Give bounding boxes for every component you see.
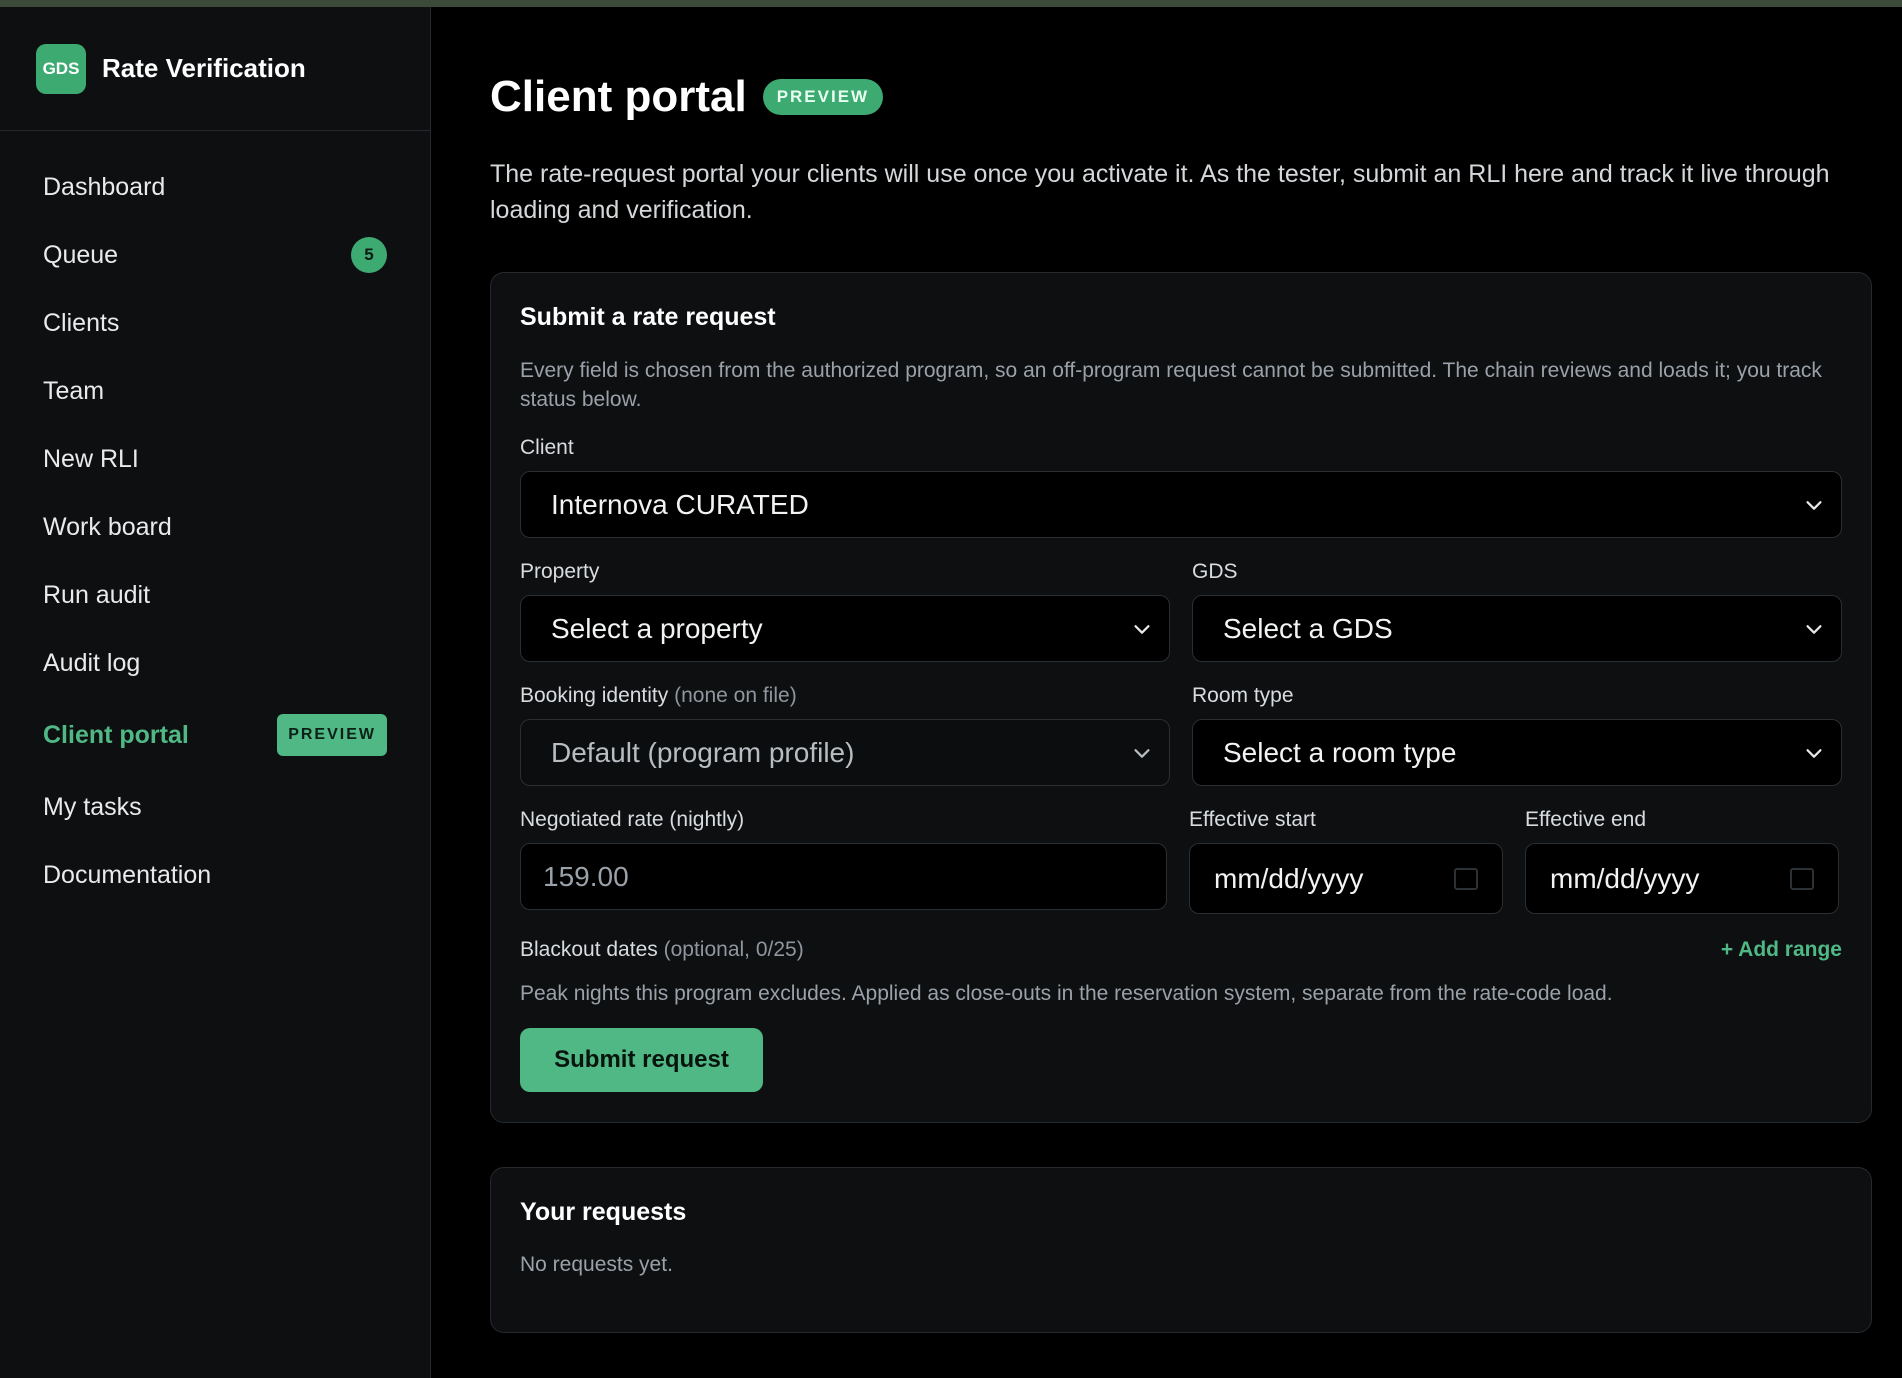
sidebar-item-new-rli[interactable]: New RLI xyxy=(0,425,430,493)
room-type-select-value: Select a room type xyxy=(1223,736,1457,768)
rate-request-card: Submit a rate request Every field is cho… xyxy=(490,272,1872,1123)
submit-request-button[interactable]: Submit request xyxy=(520,1028,763,1092)
card-description: Every field is chosen from the authorize… xyxy=(520,359,1822,411)
title-row: Client portal PREVIEW xyxy=(490,72,1872,122)
sidebar-nav: Dashboard Queue 5 Clients Team New RLI W… xyxy=(0,131,430,909)
sidebar-item-work-board[interactable]: Work board xyxy=(0,493,430,561)
sidebar-item-my-tasks[interactable]: My tasks xyxy=(0,773,430,841)
gds-select-value: Select a GDS xyxy=(1223,612,1393,644)
main-content: Client portal PREVIEW The rate-request p… xyxy=(490,7,1872,1333)
rate-label: Negotiated rate (nightly) xyxy=(520,808,745,831)
effective-end-placeholder: mm/dd/yyyy xyxy=(1550,862,1700,894)
brand[interactable]: GDS Rate Verification xyxy=(0,7,430,131)
blackout-description: Peak nights this program excludes. Appli… xyxy=(520,982,1613,1005)
requests-empty-state: No requests yet. xyxy=(520,1253,673,1276)
rate-input-placeholder: 159.00 xyxy=(543,860,629,892)
booking-identity-select-value: Default (program profile) xyxy=(551,736,855,768)
add-range-button[interactable]: + Add range xyxy=(1721,938,1842,962)
sidebar-item-label: Audit log xyxy=(43,648,141,677)
blackout-row: Blackout dates (optional, 0/25) + Add ra… xyxy=(520,938,1842,962)
requests-title: Your requests xyxy=(520,1198,687,1226)
sidebar-item-label: New RLI xyxy=(43,444,139,473)
rate-input[interactable]: 159.00 xyxy=(520,843,1167,910)
effective-end-input[interactable]: mm/dd/yyyy xyxy=(1525,843,1839,914)
booking-identity-label-text: Booking identity xyxy=(520,684,669,707)
brand-name: Rate Verification xyxy=(102,53,306,83)
sidebar-item-label: Team xyxy=(43,376,105,405)
chevron-down-icon xyxy=(1134,624,1150,634)
sidebar: GDS Rate Verification Dashboard Queue 5 … xyxy=(0,7,431,1378)
page-title: Client portal xyxy=(490,72,747,121)
room-type-label: Room type xyxy=(1192,684,1294,707)
sidebar-item-label: Documentation xyxy=(43,860,212,889)
sidebar-item-dashboard[interactable]: Dashboard xyxy=(0,153,430,221)
sidebar-item-client-portal[interactable]: Client portal PREVIEW xyxy=(0,697,430,773)
room-type-select[interactable]: Select a room type xyxy=(1192,719,1842,786)
effective-start-label: Effective start xyxy=(1189,808,1316,831)
blackout-note: (optional, 0/25) xyxy=(663,938,804,961)
sidebar-item-label: My tasks xyxy=(43,792,142,821)
blackout-label: Blackout dates (optional, 0/25) xyxy=(520,938,804,962)
sidebar-item-label: Dashboard xyxy=(43,172,166,201)
sidebar-item-run-audit[interactable]: Run audit xyxy=(0,561,430,629)
chevron-down-icon xyxy=(1806,748,1822,758)
sidebar-item-label: Work board xyxy=(43,512,172,541)
brand-logo-icon: GDS xyxy=(36,43,86,94)
chevron-down-icon xyxy=(1134,748,1150,758)
gds-label: GDS xyxy=(1192,560,1238,583)
chevron-down-icon xyxy=(1806,500,1822,510)
property-label: Property xyxy=(520,560,600,583)
client-label: Client xyxy=(520,436,574,459)
booking-identity-select[interactable]: Default (program profile) xyxy=(520,719,1170,786)
property-select[interactable]: Select a property xyxy=(520,595,1170,662)
page-intro: The rate-request portal your clients wil… xyxy=(490,160,1830,224)
preview-badge: PREVIEW xyxy=(762,79,884,115)
chevron-down-icon xyxy=(1806,624,1822,634)
sidebar-item-label: Client portal xyxy=(43,720,189,749)
sidebar-item-queue[interactable]: Queue 5 xyxy=(0,221,430,289)
effective-start-input[interactable]: mm/dd/yyyy xyxy=(1189,843,1503,914)
calendar-icon[interactable] xyxy=(1790,867,1814,890)
sidebar-item-label: Run audit xyxy=(43,580,151,609)
property-select-value: Select a property xyxy=(551,612,763,644)
booking-identity-label: Booking identity (none on file) xyxy=(520,684,1170,708)
blackout-label-text: Blackout dates xyxy=(520,938,658,961)
sidebar-item-label: Clients xyxy=(43,308,120,337)
sidebar-item-team[interactable]: Team xyxy=(0,357,430,425)
gds-select[interactable]: Select a GDS xyxy=(1192,595,1842,662)
top-stripe xyxy=(0,0,1902,7)
your-requests-card: Your requests No requests yet. xyxy=(490,1167,1872,1333)
sidebar-item-audit-log[interactable]: Audit log xyxy=(0,629,430,697)
card-title: Submit a rate request xyxy=(520,303,776,331)
queue-count-badge: 5 xyxy=(351,237,387,273)
calendar-icon[interactable] xyxy=(1454,867,1478,890)
client-select[interactable]: Internova CURATED xyxy=(520,471,1842,538)
sidebar-item-label: Queue xyxy=(43,240,119,269)
sidebar-item-clients[interactable]: Clients xyxy=(0,289,430,357)
booking-identity-note: (none on file) xyxy=(674,684,797,707)
effective-start-placeholder: mm/dd/yyyy xyxy=(1214,862,1364,894)
preview-badge: PREVIEW xyxy=(277,714,387,756)
effective-end-label: Effective end xyxy=(1525,808,1647,831)
sidebar-item-documentation[interactable]: Documentation xyxy=(0,841,430,909)
client-select-value: Internova CURATED xyxy=(551,488,809,520)
